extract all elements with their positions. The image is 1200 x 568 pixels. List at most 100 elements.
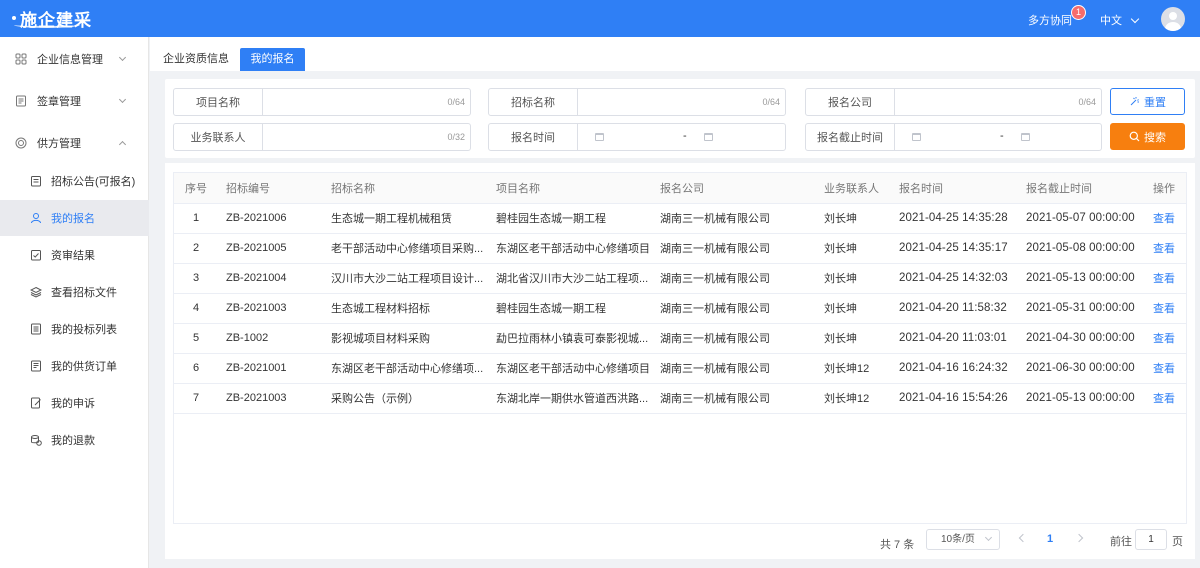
cell-project: 东湖北岸一期供水管道西洪路... — [488, 383, 652, 414]
sidebar-item-label: 我的申诉 — [51, 398, 95, 410]
tender-name-input[interactable]: 0/64 — [578, 89, 785, 115]
header-no: 序号 — [174, 173, 218, 204]
reset-button[interactable]: 重置 — [1110, 88, 1185, 115]
sidebar-item-my-signup[interactable]: 我的报名 — [0, 200, 149, 236]
view-link[interactable]: 查看 — [1153, 333, 1175, 345]
sidebar-item-tender-notice[interactable]: 招标公告(可报名) — [0, 163, 149, 199]
view-link[interactable]: 查看 — [1153, 303, 1175, 315]
char-count: 0/64 — [1078, 97, 1096, 107]
view-link[interactable]: 查看 — [1153, 213, 1175, 225]
check-clipboard-icon — [30, 249, 42, 261]
cell-company: 湖南三一机械有限公司 — [652, 203, 816, 234]
language-label: 中文 — [1100, 15, 1122, 27]
target-icon — [15, 137, 27, 149]
cell-code: ZB-2021001 — [218, 353, 323, 384]
contact-field[interactable]: 业务联系人 0/32 — [173, 123, 471, 151]
company-field[interactable]: 报名公司 0/64 — [805, 88, 1102, 116]
cell-project: 东湖区老干部活动中心修缮项目 — [488, 353, 652, 384]
chevron-down-icon — [118, 53, 127, 62]
sidebar-item-supply-orders[interactable]: 我的供货订单 — [0, 348, 149, 384]
cell-tender: 东湖区老干部活动中心修缮项... — [323, 353, 488, 384]
tab-my-signup[interactable]: 我的报名 — [240, 48, 305, 71]
avatar[interactable] — [1161, 7, 1185, 31]
cell-project: 碧桂园生态城一期工程 — [488, 203, 652, 234]
list-icon — [30, 323, 42, 335]
sidebar-item-my-refunds[interactable]: 我的退款 — [0, 422, 149, 458]
search-button[interactable]: 搜索 — [1110, 123, 1185, 150]
cell-deadline: 2021-05-07 00:00:00 — [1018, 203, 1145, 234]
contact-input[interactable]: 0/32 — [263, 124, 470, 150]
cell-company: 湖南三一机械有限公司 — [652, 353, 816, 384]
cell-company: 湖南三一机械有限公司 — [652, 383, 816, 414]
cell-no: 6 — [174, 353, 218, 384]
tender-name-label: 招标名称 — [489, 89, 578, 115]
range-separator: - — [1000, 130, 1004, 142]
sidebar-item-my-bids[interactable]: 我的投标列表 — [0, 311, 149, 347]
cell-deadline: 2021-04-30 00:00:00 — [1018, 323, 1145, 354]
cell-time: 2021-04-25 14:35:17 — [891, 233, 1018, 264]
cell-time: 2021-04-25 14:35:28 — [891, 203, 1018, 234]
cell-deadline: 2021-05-31 00:00:00 — [1018, 293, 1145, 324]
goto-page-input[interactable]: 1 — [1135, 529, 1167, 550]
collab-button[interactable]: 多方协同 — [1028, 12, 1072, 28]
table-header-row: 序号 招标编号 招标名称 项目名称 报名公司 业务联系人 报名时间 报名截止时间… — [174, 173, 1186, 204]
search-icon — [1129, 131, 1140, 142]
header-tender: 招标名称 — [323, 173, 488, 204]
cell-deadline: 2021-05-13 00:00:00 — [1018, 263, 1145, 294]
signup-time-range[interactable]: - — [578, 124, 785, 150]
cell-no: 2 — [174, 233, 218, 264]
cell-code: ZB-2021003 — [218, 383, 323, 414]
sidebar-item-enterprise-info[interactable]: 企业信息管理 — [0, 41, 149, 77]
tab-enterprise-qualification[interactable]: 企业资质信息 — [163, 48, 229, 71]
view-link[interactable]: 查看 — [1153, 363, 1175, 375]
view-link[interactable]: 查看 — [1153, 273, 1175, 285]
cell-company: 湖南三一机械有限公司 — [652, 233, 816, 264]
project-name-input[interactable]: 0/64 — [263, 89, 470, 115]
cell-no: 7 — [174, 383, 218, 414]
layers-icon — [29, 286, 43, 298]
sidebar-item-label: 我的退款 — [51, 435, 95, 447]
project-name-field[interactable]: 项目名称 0/64 — [173, 88, 471, 116]
deadline-range[interactable]: - — [895, 124, 1101, 150]
logo-dot — [12, 16, 16, 20]
sidebar-item-label: 企业信息管理 — [37, 54, 103, 66]
chevron-up-icon — [118, 140, 127, 149]
cell-deadline: 2021-06-30 00:00:00 — [1018, 353, 1145, 384]
sidebar-item-qualification-result[interactable]: 资审结果 — [0, 237, 149, 273]
cell-code: ZB-2021004 — [218, 263, 323, 294]
reset-label: 重置 — [1144, 96, 1166, 109]
cell-time: 2021-04-20 11:03:01 — [891, 323, 1018, 354]
project-name-label: 项目名称 — [174, 89, 263, 115]
cell-time: 2021-04-20 11:58:32 — [891, 293, 1018, 324]
logo-swoosh — [14, 22, 80, 28]
page-size-select[interactable]: 10条/页 — [926, 529, 1000, 550]
sidebar-item-my-appeals[interactable]: 我的申诉 — [0, 385, 149, 421]
view-link[interactable]: 查看 — [1153, 393, 1175, 405]
char-count: 0/64 — [762, 97, 780, 107]
header-code: 招标编号 — [218, 173, 323, 204]
cell-no: 3 — [174, 263, 218, 294]
signup-time-field[interactable]: 报名时间 - — [488, 123, 786, 151]
sidebar-item-supplier[interactable]: 供方管理 — [0, 125, 149, 161]
cell-no: 4 — [174, 293, 218, 324]
sidebar-item-view-tender-docs[interactable]: 查看招标文件 — [0, 274, 149, 310]
table-panel: 序号 招标编号 招标名称 项目名称 报名公司 业务联系人 报名时间 报名截止时间… — [165, 163, 1195, 559]
table-row: 4 ZB-2021003 生态城工程材料招标 碧桂园生态城一期工程 湖南三一机械… — [174, 293, 1186, 324]
sidebar-item-label: 我的供货订单 — [51, 361, 117, 373]
company-input[interactable]: 0/64 — [895, 89, 1101, 115]
cell-deadline: 2021-05-13 00:00:00 — [1018, 383, 1145, 414]
cell-time: 2021-04-25 14:32:03 — [891, 263, 1018, 294]
cell-company: 湖南三一机械有限公司 — [652, 293, 816, 324]
view-link[interactable]: 查看 — [1153, 243, 1175, 255]
cell-code: ZB-2021003 — [218, 293, 323, 324]
cell-tender: 汉川市大沙二站工程项目设计... — [323, 263, 488, 294]
cell-no: 5 — [174, 323, 218, 354]
deadline-field[interactable]: 报名截止时间 - — [805, 123, 1102, 151]
page-number-current[interactable]: 1 — [1047, 533, 1053, 545]
language-select[interactable]: 中文 — [1100, 12, 1140, 28]
header-action: 操作 — [1145, 173, 1186, 204]
sidebar-item-signature[interactable]: 签章管理 — [0, 83, 149, 119]
sidebar-item-label: 招标公告(可报名) — [51, 176, 136, 188]
tender-name-field[interactable]: 招标名称 0/64 — [488, 88, 786, 116]
cell-project: 东湖区老干部活动中心修缮项目 — [488, 233, 652, 264]
